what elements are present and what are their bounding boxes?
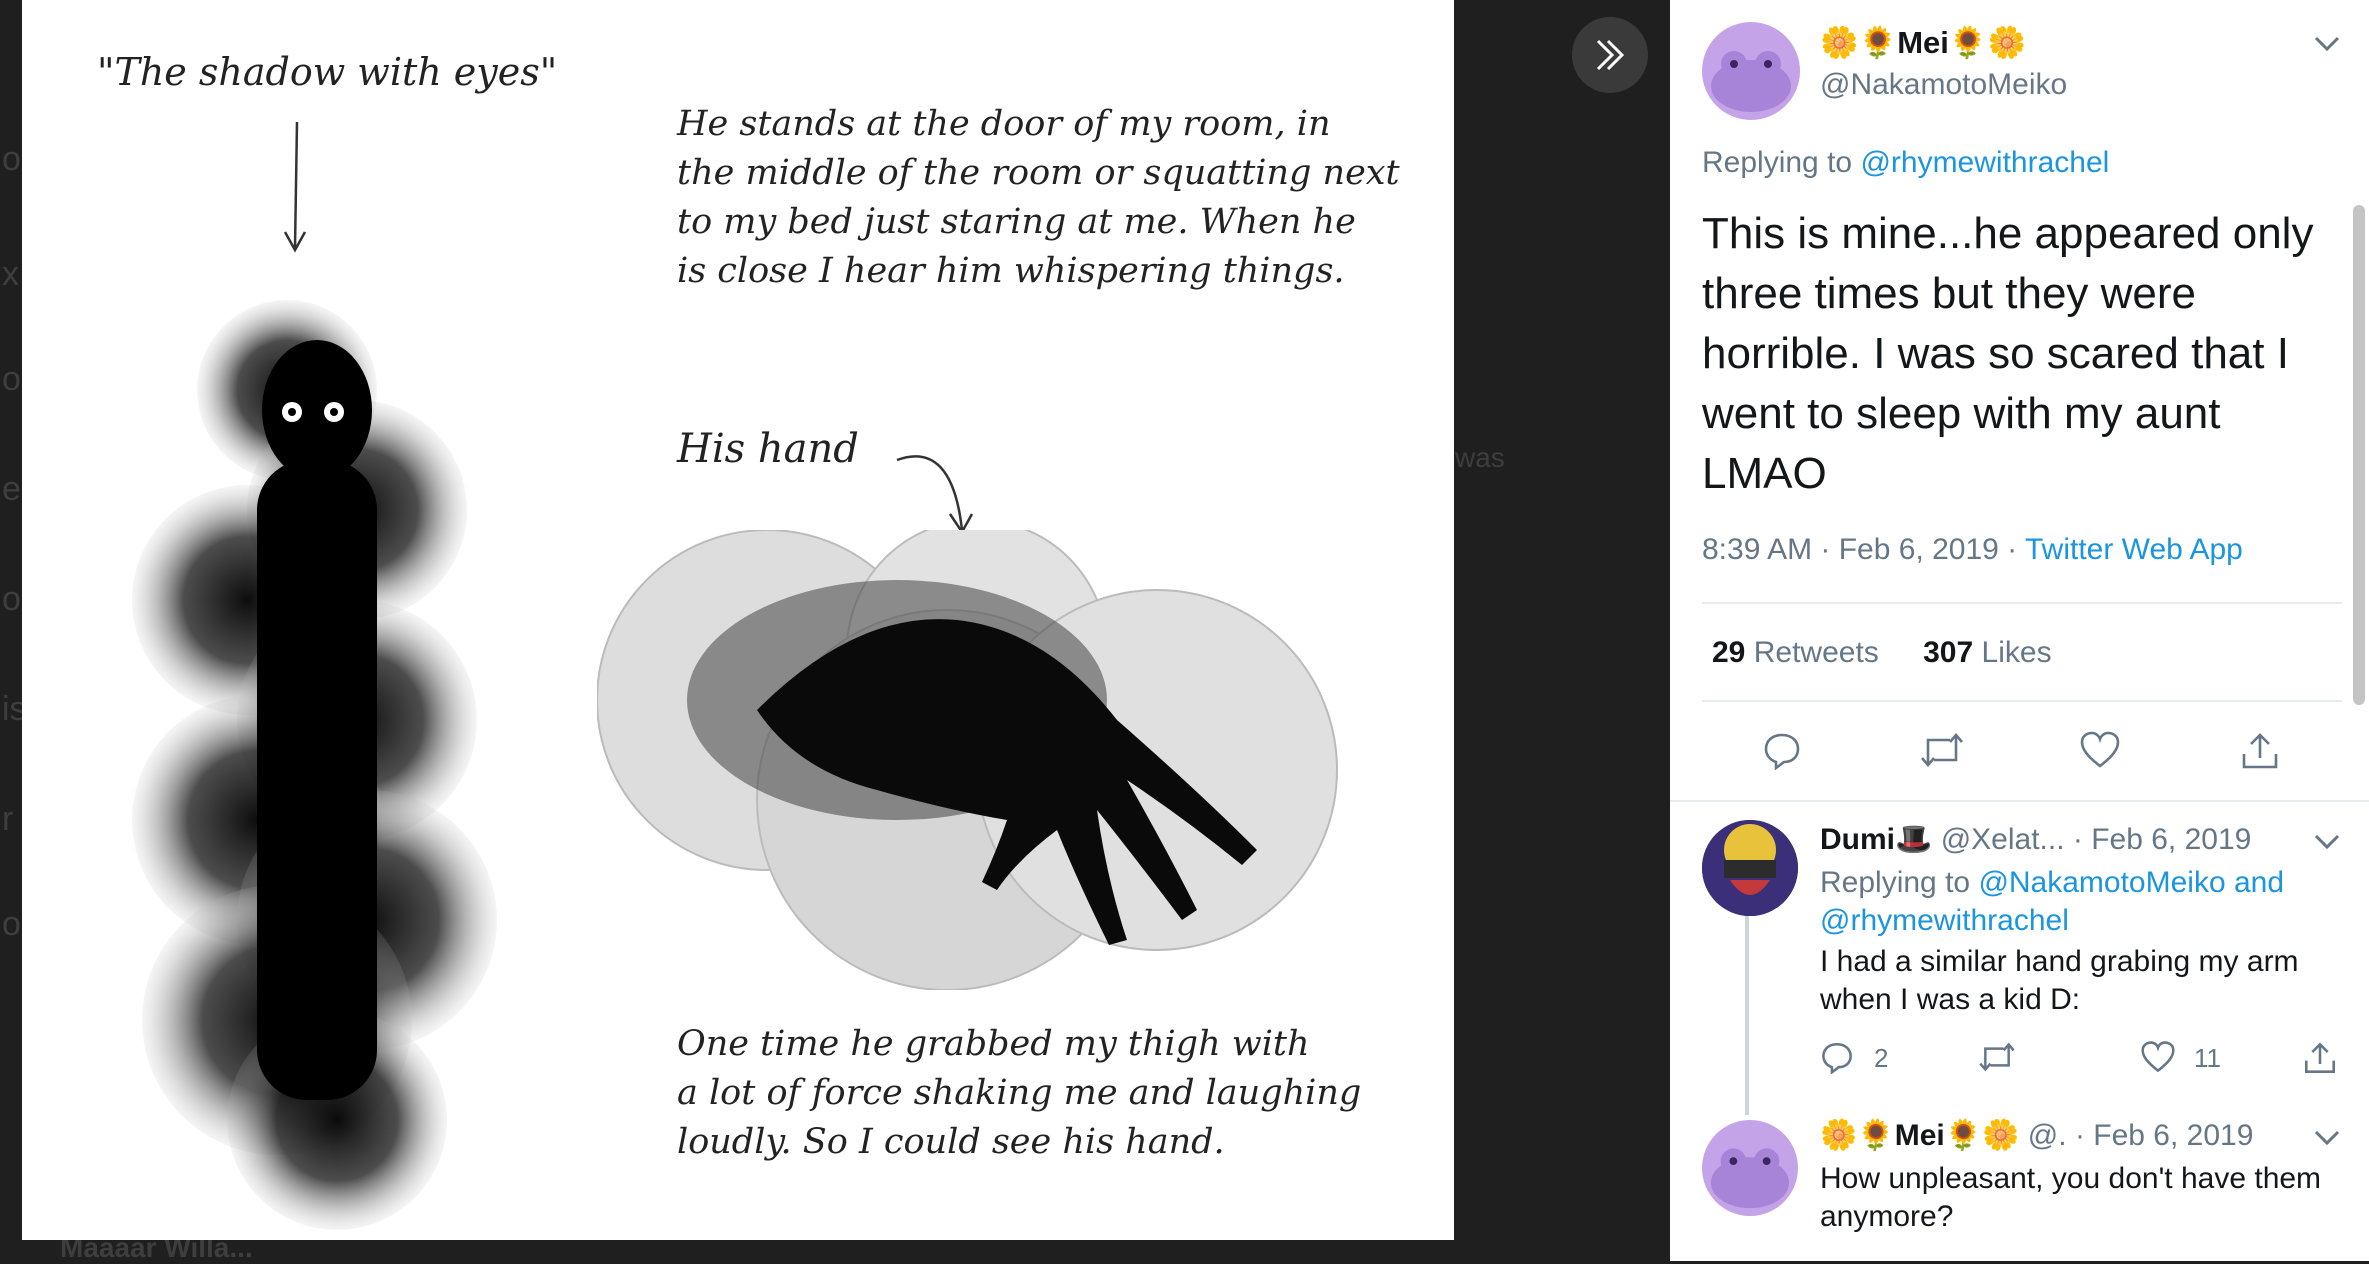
name-emoji: 🌼🌻: [1820, 25, 1898, 60]
display-name[interactable]: Mei: [1895, 1119, 1945, 1152]
tweet-meta: 8:39 AM · Feb 6, 2019 · Twitter Web App: [1702, 533, 2243, 567]
chevron-down-icon[interactable]: [2312, 34, 2342, 54]
story-text: One time he grabbed my thigh with a lot …: [677, 1024, 1362, 1162]
divider: [1670, 800, 2369, 802]
tweet-side-panel[interactable]: 🌼🌻 Mei 🌻🌼 @NakamotoMeiko Replying to @rh…: [1670, 0, 2369, 1261]
reply-icon[interactable]: [1762, 730, 1802, 770]
ghost-text: e: [2, 470, 21, 508]
hand-label: His hand: [677, 426, 859, 472]
scrollbar[interactable]: [2353, 205, 2365, 705]
reply-text: How unpleasant, you don't have them anym…: [1820, 1162, 2322, 1233]
media-image: "The shadow with eyes" He stands at the …: [22, 0, 1454, 1240]
divider: [1702, 700, 2342, 702]
ghost-text: o: [2, 360, 21, 398]
down-arrow-icon: [283, 121, 307, 253]
double-chevron-right-icon: [1596, 39, 1625, 71]
heart-icon[interactable]: [2079, 730, 2121, 770]
replying-to-link[interactable]: @rhymewithrachel: [1860, 146, 2109, 179]
replying-prefix: Replying to: [1820, 866, 1971, 899]
tweet-author-name[interactable]: 🌼🌻 Mei 🌻🌼: [1820, 24, 2026, 61]
likes-label: Likes: [1981, 636, 2052, 669]
retweets-label: Retweets: [1753, 636, 1879, 669]
display-name[interactable]: Dumi: [1820, 823, 1895, 856]
reply-handle[interactable]: @Xelat...: [1941, 823, 2065, 856]
name-emoji: 🌻🌼: [1948, 25, 2027, 60]
display-name: Mei: [1897, 24, 1949, 60]
ghost-text: o: [2, 140, 21, 178]
reply-date[interactable]: · Feb 6, 2019: [2073, 823, 2251, 856]
likes-stat[interactable]: 307 Likes: [1923, 636, 2051, 669]
next-media-button[interactable]: [1572, 17, 1648, 93]
reply-header: 🌼🌻Mei🌻🌼 @. · Feb 6, 2019: [1820, 1118, 2253, 1153]
shadow-figure-illustration: [132, 300, 497, 1230]
tweet-timestamp[interactable]: 8:39 AM · Feb 6, 2019 ·: [1702, 533, 2017, 566]
heart-icon[interactable]: [2140, 1040, 2176, 1074]
avatar[interactable]: [1702, 820, 1798, 916]
ghost-text: o: [2, 580, 21, 618]
tweet-source-link[interactable]: Twitter Web App: [2025, 533, 2243, 566]
tweet-text: This is mine...he appeared only three ti…: [1702, 209, 2314, 498]
replying-to-link[interactable]: @rhymewithrachel: [1820, 904, 2069, 937]
retweets-stat[interactable]: 29 Retweets: [1712, 636, 1879, 669]
share-icon[interactable]: [2239, 730, 2281, 772]
superhero-avatar-icon: [1702, 820, 1798, 916]
reply-handle[interactable]: @.: [2028, 1119, 2067, 1152]
reply-date[interactable]: · Feb 6, 2019: [2075, 1119, 2253, 1152]
replying-to-link[interactable]: @NakamotoMeiko: [1978, 866, 2225, 899]
name-emoji: 🌼🌻: [1820, 1119, 1895, 1152]
like-count: 11: [2194, 1043, 2221, 1073]
chevron-down-icon[interactable]: [2312, 1128, 2342, 1148]
chevron-down-icon[interactable]: [2312, 832, 2342, 852]
replying-prefix: Replying to: [1702, 146, 1853, 179]
avatar[interactable]: [1702, 1120, 1798, 1216]
reply-header: Dumi🎩 @Xelat... · Feb 6, 2019: [1820, 822, 2251, 857]
avatar[interactable]: [1702, 22, 1800, 120]
description-text: He stands at the door of my room, in the…: [677, 104, 1400, 291]
frog-avatar-icon: [1711, 51, 1791, 112]
engagement-stats: 29 Retweets 307 Likes: [1712, 636, 2052, 670]
ghost-text: x: [2, 255, 19, 293]
replying-and: and: [2234, 866, 2285, 899]
caption-title: "The shadow with eyes": [97, 50, 558, 94]
retweet-icon[interactable]: [1918, 730, 1966, 770]
thread-line: [1745, 915, 1749, 1115]
curved-arrow-icon: [896, 455, 974, 535]
retweets-count: 29: [1712, 636, 1746, 669]
reply-icon[interactable]: [1820, 1040, 1854, 1074]
reply-count: 2: [1874, 1043, 1889, 1073]
divider: [1702, 602, 2342, 604]
reply-replying-to: Replying to @NakamotoMeiko and @rhymewit…: [1820, 864, 2340, 940]
likes-count: 307: [1923, 636, 1974, 669]
ghost-text: o: [2, 905, 21, 943]
name-emoji: 🌻🌼: [1944, 1119, 2020, 1152]
hand-illustration: [597, 530, 1338, 990]
ghost-text: was: [1455, 442, 1505, 473]
frog-avatar-icon: [1710, 1148, 1790, 1209]
tweet-handle[interactable]: @NakamotoMeiko: [1820, 68, 2067, 102]
media-viewer-overlay: o x o e o is r o was Maaaar Willa... "Th…: [0, 0, 2369, 1263]
retweet-icon[interactable]: [1977, 1040, 2017, 1074]
ghost-text: r: [2, 800, 14, 838]
top-hat-emoji: 🎩: [1895, 823, 1933, 856]
share-icon[interactable]: [2302, 1040, 2338, 1076]
reply-text: I had a similar hand grabing my arm when…: [1820, 945, 2299, 1016]
replying-to-line: Replying to @rhymewithrachel: [1702, 146, 2109, 180]
